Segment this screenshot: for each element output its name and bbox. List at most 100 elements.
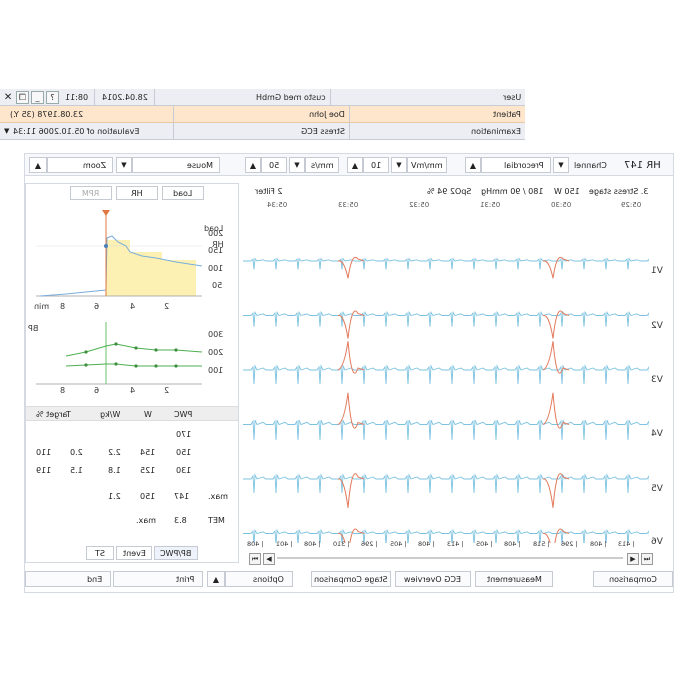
- amplitude-value[interactable]: 10: [363, 157, 389, 173]
- minimize-icon[interactable]: _: [31, 90, 44, 104]
- channel-label-text: Channel: [573, 160, 607, 170]
- print-button[interactable]: Print: [113, 571, 203, 587]
- ecg-scrollbar[interactable]: [277, 557, 623, 559]
- speed-unit: mm/s: [305, 157, 339, 173]
- rr-interval-value: | 408: [418, 540, 436, 548]
- tab-bp-pwc[interactable]: BP/PWC: [154, 546, 198, 560]
- speed-up-button[interactable]: ▲: [245, 157, 261, 173]
- exam-type: Stress ECG: [301, 126, 345, 136]
- channel-dropdown-button[interactable]: ▼: [553, 157, 569, 173]
- met-label: MET: [208, 516, 225, 525]
- user-label-cell: User: [331, 89, 525, 105]
- bp-label: 180 / 90 mmHg: [481, 187, 544, 196]
- patient-row: 23.08.1978 (35 Y.) Doe John Patient: [0, 106, 525, 123]
- time-mark-0530: 05:30: [551, 201, 572, 209]
- ecg-panel: 2 Filter SpO2 94 % 180 / 90 mmHg 150 W 3…: [243, 183, 671, 565]
- lead-v6-label: V6: [651, 537, 663, 547]
- dropdown-arrow-icon: ▼: [396, 161, 402, 169]
- channel-select[interactable]: Precordial: [481, 157, 551, 173]
- help-button[interactable]: ?: [46, 90, 59, 104]
- pwc-row-130-target: 119: [36, 466, 52, 475]
- patient-label: Patient: [493, 109, 521, 119]
- evaluation-select[interactable]: ▼ Evaluation of 05.10.2006 11:34: [0, 123, 174, 139]
- y-tick-150: 150: [208, 246, 224, 255]
- cursor-marker-icon[interactable]: [102, 210, 110, 216]
- restore-icon[interactable]: ❐: [16, 90, 29, 104]
- bp-x-tick-6: 6: [94, 386, 100, 395]
- options-label: Options: [253, 574, 284, 584]
- rr-interval-value: | 413: [447, 540, 464, 548]
- bp-x-tick-2: 2: [164, 386, 170, 395]
- pwc-row-170: 170: [176, 430, 192, 439]
- channel-up-button[interactable]: ▲: [465, 157, 481, 173]
- tab-load[interactable]: Load: [162, 186, 204, 200]
- met-max-label: max.: [136, 516, 156, 525]
- stage-comparison-label: Stage Comparison: [314, 574, 388, 584]
- ecg-overview-label: ECG Overview: [404, 574, 462, 584]
- spo2-label: SpO2 94 %: [426, 187, 472, 196]
- stage-info-bar: 2 Filter SpO2 94 % 180 / 90 mmHg 150 W 3…: [243, 187, 649, 199]
- pwc-row-150-w: 154: [140, 448, 156, 457]
- rr-interval-value: | 408: [304, 540, 321, 548]
- tab-rpm-label: RPM: [82, 188, 100, 198]
- mode-dropdown-button[interactable]: ▼: [116, 157, 132, 173]
- rr-interval-value: | 296: [361, 540, 378, 548]
- tab-bp-pwc-label: BP/PWC: [160, 548, 192, 558]
- time-mark-0534: 05:34: [267, 201, 288, 209]
- time-text: 08:11: [64, 92, 89, 102]
- scroll-left-button[interactable]: ◀: [263, 553, 275, 565]
- zoom-up-button[interactable]: ▲: [29, 157, 47, 173]
- stress-ecg-window: ▲ Zoom ▼ Mouse ▲ 50 ▼ mm/s ▲ 10 ▼ mm/mV …: [24, 153, 674, 593]
- time-cell: 08:11: [59, 89, 95, 105]
- scroll-end-button[interactable]: ⏭: [641, 553, 653, 565]
- user-row: ✕ ❐ _ ? 08:11 28.04.2014 custo med GmbH …: [0, 89, 525, 106]
- comparison-button[interactable]: Comparison: [593, 571, 673, 587]
- evaluation-text: Evaluation of 05.10.2006 11:34: [13, 126, 140, 136]
- scroll-right-button[interactable]: ▶: [627, 553, 639, 565]
- amplitude-dropdown-button[interactable]: ▼: [391, 157, 407, 173]
- amplitude-unit: mm/mV: [407, 157, 447, 173]
- load-step-1: [162, 260, 196, 296]
- rr-interval-value: | 408: [589, 540, 607, 548]
- tab-st-label: ST: [95, 548, 105, 558]
- bp-tick-100: 100: [208, 366, 224, 375]
- end-button[interactable]: End: [25, 571, 111, 587]
- tab-load-label: Load: [173, 188, 193, 198]
- scroll-start-button[interactable]: ⏮: [249, 553, 261, 565]
- dropdown-arrow-icon: ▼: [4, 127, 10, 135]
- x-tick-2: 2: [164, 302, 170, 311]
- ecg-overview-button[interactable]: ECG Overview: [395, 571, 471, 587]
- pwc-row-130-pwc: 130: [176, 466, 192, 475]
- tab-st[interactable]: ST: [86, 546, 114, 560]
- examination-row: ▼ Evaluation of 05.10.2006 11:34 Stress …: [0, 123, 525, 140]
- exam-label: Examination: [470, 126, 521, 136]
- rr-interval-value: | 408: [504, 540, 521, 548]
- met-value: 8.3: [174, 516, 187, 525]
- stage-comparison-button[interactable]: Stage Comparison: [311, 571, 391, 587]
- y-tick-200: 200: [208, 229, 224, 238]
- speed-value[interactable]: 50: [261, 157, 287, 173]
- patient-name: Doe John: [309, 109, 345, 119]
- pwc-max-wkg: 2.1: [108, 492, 121, 501]
- pwc-row-130-extra: 1.5: [70, 466, 83, 475]
- tab-rpm[interactable]: RPM: [70, 186, 112, 200]
- x-unit-label: min: [34, 302, 50, 311]
- x-tick-4: 4: [130, 302, 136, 311]
- up-arrow-icon: ▲: [351, 160, 359, 170]
- options-button[interactable]: Options: [225, 571, 293, 587]
- rr-interval-value: | 413: [618, 540, 636, 548]
- zoom-field[interactable]: Zoom: [47, 157, 113, 173]
- measurement-button[interactable]: Measurement: [475, 571, 553, 587]
- tab-hr[interactable]: HR: [116, 186, 158, 200]
- cursor-point: [104, 244, 108, 248]
- tab-event[interactable]: Event: [116, 546, 152, 560]
- bp-x-tick-4: 4: [130, 386, 136, 395]
- amplitude-up-button[interactable]: ▲: [347, 157, 363, 173]
- x-tick-8: 8: [60, 302, 66, 311]
- close-icon[interactable]: ✕: [2, 92, 14, 103]
- mode-select[interactable]: Mouse: [132, 157, 220, 173]
- rr-interval-value: | 408: [247, 540, 264, 548]
- speed-dropdown-button[interactable]: ▼: [289, 157, 305, 173]
- mode-label: Mouse: [187, 160, 213, 170]
- options-dropdown-button[interactable]: ▲: [207, 571, 225, 587]
